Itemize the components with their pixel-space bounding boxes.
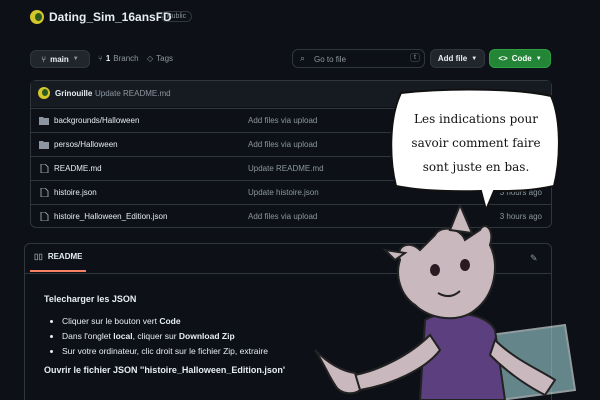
branches-label: Branch — [113, 54, 139, 63]
shortcut-key: t — [410, 53, 420, 62]
go-to-file-input[interactable]: ⌕ Go to file t — [292, 49, 425, 68]
speech-bubble-text: Les indications pour savoir comment fair… — [398, 107, 554, 179]
file-name[interactable]: backgrounds/Halloween — [54, 116, 139, 125]
branch-icon: ⑂ — [98, 54, 103, 63]
repo-name[interactable]: Dating_Sim_16ansFD — [49, 10, 172, 24]
add-file-label: Add file — [437, 54, 468, 63]
commit-message[interactable]: Update README.md — [95, 89, 171, 98]
book-icon: ▯▯ — [34, 252, 43, 261]
tag-icon: ◇ — [147, 54, 154, 63]
readme-tab[interactable]: ▯▯ README — [30, 252, 87, 272]
chevron-down-icon: ▼ — [471, 55, 478, 62]
add-file-button[interactable]: Add file ▼ — [430, 49, 485, 68]
file-commit-message[interactable]: Update histoire.json — [248, 188, 319, 197]
branch-label: main — [50, 54, 69, 64]
file-icon — [40, 188, 49, 197]
search-icon: ⌕ — [300, 53, 306, 63]
file-name[interactable]: persos/Halloween — [54, 140, 118, 149]
readme-tab-label: README — [47, 252, 83, 261]
folder-icon — [39, 117, 49, 125]
tags-link[interactable]: ◇ Tags — [147, 54, 173, 63]
repo-avatar — [30, 10, 44, 24]
code-icon: <> — [498, 54, 508, 63]
branch-icon: ⑂ — [41, 54, 47, 64]
branches-count: 1 — [105, 54, 111, 63]
file-commit-message[interactable]: Add files via upload — [248, 116, 317, 125]
file-icon — [40, 164, 49, 173]
file-commit-message[interactable]: Update README.md — [248, 164, 324, 173]
speech-line: sont juste en bas. — [422, 160, 530, 174]
commit-author[interactable]: Grinouille — [55, 89, 92, 98]
file-name[interactable]: histoire.json — [54, 188, 97, 197]
search-placeholder: Go to file — [314, 55, 347, 64]
file-name[interactable]: README.md — [54, 164, 102, 173]
visibility-badge: Public — [161, 11, 193, 22]
code-button[interactable]: <> Code ▼ — [489, 49, 551, 68]
author-avatar — [38, 87, 50, 99]
chevron-down-icon: ▼ — [535, 55, 542, 62]
speech-line: savoir comment faire — [411, 136, 541, 150]
branch-selector[interactable]: ⑂ main ▼ — [30, 50, 90, 68]
mascot-character — [314, 205, 577, 400]
speech-line: Les indications pour — [414, 112, 538, 126]
folder-icon — [39, 141, 49, 149]
branches-link[interactable]: ⑂ 1 Branch — [98, 54, 139, 63]
chevron-down-icon: ▼ — [72, 56, 79, 62]
file-icon — [40, 212, 49, 221]
file-commit-message[interactable]: Add files via upload — [248, 140, 317, 149]
code-label: Code — [511, 54, 532, 63]
file-name[interactable]: histoire_Halloween_Edition.json — [54, 212, 167, 221]
tags-label: Tags — [156, 54, 174, 63]
